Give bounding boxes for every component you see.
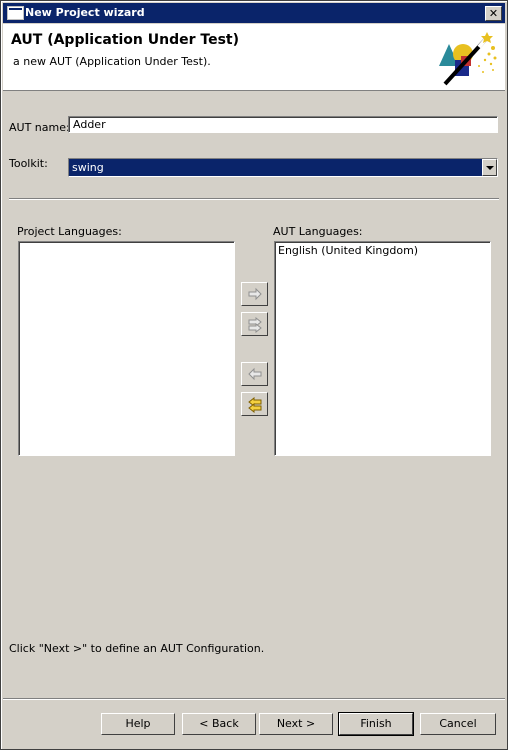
close-button[interactable]: ✕ xyxy=(485,6,502,21)
add-all-languages-button[interactable] xyxy=(241,312,268,336)
wizard-wand-icon xyxy=(439,32,497,86)
toolkit-select[interactable]: swing xyxy=(68,158,498,177)
aut-languages-list[interactable]: English (United Kingdom) xyxy=(274,241,491,456)
add-arrow-icon xyxy=(248,287,262,301)
wizard-header: AUT (Application Under Test) a new AUT (… xyxy=(3,24,505,91)
title-bar[interactable]: New Project wizard ✕ xyxy=(3,3,505,23)
window-title: New Project wizard xyxy=(25,6,145,19)
list-item[interactable]: English (United Kingdom) xyxy=(275,242,490,259)
help-button[interactable]: Help xyxy=(101,713,175,735)
aut-name-label: AUT name: xyxy=(9,121,70,134)
page-description: a new AUT (Application Under Test). xyxy=(13,55,211,68)
close-icon: ✕ xyxy=(488,7,499,20)
aut-name-field[interactable]: Adder xyxy=(68,116,498,133)
remove-arrow-icon xyxy=(248,367,262,381)
remove-all-arrow-icon xyxy=(248,397,262,413)
separator xyxy=(9,198,499,200)
add-all-arrow-icon xyxy=(248,317,262,333)
hint-text: Click "Next >" to define an AUT Configur… xyxy=(9,642,265,655)
toolkit-selected-value: swing xyxy=(72,161,104,174)
window-icon xyxy=(7,6,24,20)
remove-all-languages-button[interactable] xyxy=(241,392,268,416)
chevron-down-icon[interactable] xyxy=(482,159,497,176)
add-language-button[interactable] xyxy=(241,282,268,306)
project-languages-list[interactable] xyxy=(18,241,235,456)
wizard-window: New Project wizard ✕ AUT (Application Un… xyxy=(0,0,508,750)
page-title: AUT (Application Under Test) xyxy=(11,32,240,48)
toolkit-label: Toolkit: xyxy=(9,157,48,170)
project-languages-label: Project Languages: xyxy=(17,225,122,238)
next-button[interactable]: Next > xyxy=(259,713,333,735)
aut-languages-label: AUT Languages: xyxy=(273,225,363,238)
finish-button[interactable]: Finish xyxy=(338,712,414,736)
back-button[interactable]: < Back xyxy=(182,713,256,735)
footer-separator xyxy=(3,698,505,700)
remove-language-button[interactable] xyxy=(241,362,268,386)
cancel-button[interactable]: Cancel xyxy=(420,713,496,735)
